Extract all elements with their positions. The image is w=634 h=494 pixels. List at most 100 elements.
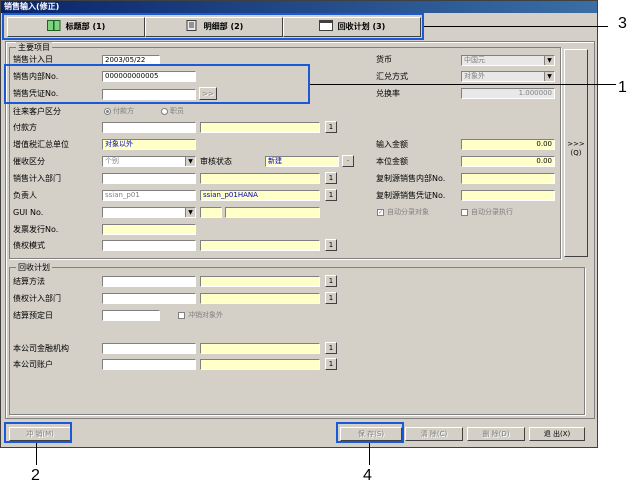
account-lookup-button[interactable]: 1	[325, 358, 337, 370]
copy-internal-field[interactable]	[461, 173, 555, 184]
payer-lookup-button[interactable]: 1	[325, 121, 337, 133]
credit-dept-name-field[interactable]	[200, 293, 320, 304]
credit-mode-code-field[interactable]	[102, 240, 196, 251]
local-amount-field[interactable]: 0.00	[461, 156, 555, 167]
side-expand-arrows: >>>	[567, 140, 585, 148]
sales-dept-label: 销售计入部门	[13, 174, 61, 183]
credit-dept-code-field[interactable]	[102, 293, 196, 304]
checkbox-empty-icon	[178, 311, 185, 319]
payer-name-field[interactable]	[200, 122, 320, 133]
partner-payer-label: 付款方	[113, 107, 134, 115]
highlight-tabs	[2, 13, 424, 40]
input-amount-field[interactable]: 0.00	[461, 139, 555, 150]
auto-exec-label: 自动分录执行	[471, 208, 513, 216]
owner-name-field: ssian_p01HANA	[200, 190, 320, 201]
owner-lookup-button[interactable]: 1	[325, 189, 337, 201]
chevron-down-icon[interactable]: ▼	[185, 157, 195, 166]
local-amount-label: 本位金额	[376, 157, 408, 166]
bank-lookup-button[interactable]: 1	[325, 342, 337, 354]
gui-no-number-field[interactable]	[225, 207, 320, 218]
delete-button[interactable]: 删 除(D)	[467, 427, 525, 441]
review-status-button[interactable]: ·	[342, 155, 354, 167]
callout-line-1	[310, 84, 616, 85]
highlight-reverse-button	[4, 422, 72, 443]
review-status-label: 审核状态	[200, 157, 232, 166]
auto-target-label: 自动分录对象	[387, 208, 429, 216]
clear-button[interactable]: 清 除(C)	[405, 427, 463, 441]
credit-dept-label: 债权计入部门	[13, 294, 61, 303]
review-status-field: 新建	[265, 156, 339, 167]
exchange-method-select[interactable]: 对象外 ▼	[461, 71, 555, 82]
bank-name-field[interactable]	[200, 343, 320, 354]
copy-voucher-label: 复制源销售凭证No.	[376, 191, 446, 200]
partner-employee-radio[interactable]: 职员	[161, 107, 184, 116]
checkbox-empty-icon	[461, 208, 468, 216]
invoice-no-label: 发票发行No.	[13, 225, 59, 234]
currency-value: 中国元	[464, 56, 485, 64]
partner-type-label: 往来客户区分	[13, 107, 61, 116]
settle-date-field[interactable]	[102, 310, 160, 321]
settle-method-lookup-button[interactable]: 1	[325, 275, 337, 287]
collect-type-label: 催收区分	[13, 157, 45, 166]
credit-mode-name-field[interactable]	[200, 240, 320, 251]
settle-method-label: 结算方法	[13, 277, 45, 286]
partner-employee-label: 职员	[170, 107, 184, 115]
main-items-title: 主要项目	[16, 42, 52, 53]
offset-target-checkbox[interactable]: 冲销对象外	[178, 311, 223, 320]
callout-line-3	[424, 26, 608, 27]
window-title: 销售输入(修正)	[1, 1, 597, 13]
chevron-down-icon[interactable]: ▼	[185, 208, 195, 217]
credit-dept-lookup-button[interactable]: 1	[325, 292, 337, 304]
exit-button[interactable]: 退 出(X)	[529, 427, 585, 441]
owner-code-field[interactable]: ssian_p01	[102, 190, 196, 201]
radio-selected-icon	[104, 107, 111, 115]
account-label: 本公司账户	[13, 360, 53, 369]
chevron-down-icon[interactable]: ▼	[544, 72, 554, 81]
vat-unit-field[interactable]: 对象以外	[102, 139, 196, 150]
chevron-down-icon[interactable]: ▼	[544, 56, 554, 65]
invoice-no-field[interactable]	[102, 224, 196, 235]
side-expand-button[interactable]: >>> (Q)	[564, 49, 588, 257]
exchange-rate-label: 兑换率	[376, 89, 400, 98]
sales-dept-lookup-button[interactable]: 1	[325, 172, 337, 184]
radio-empty-icon	[161, 107, 168, 115]
collect-type-value: 个别	[105, 157, 119, 165]
settle-method-code-field[interactable]	[102, 276, 196, 287]
collection-plan-title: 回收计划	[16, 262, 52, 273]
payer-label: 付款方	[13, 123, 37, 132]
collection-plan-group: 回收计划	[9, 262, 585, 415]
input-amount-label: 输入金额	[376, 140, 408, 149]
account-name-field[interactable]	[200, 359, 320, 370]
copy-internal-label: 复制源销售内部No.	[376, 174, 446, 183]
callout-line-2	[36, 443, 37, 465]
currency-select[interactable]: 中国元 ▼	[461, 55, 555, 66]
exchange-method-label: 汇兑方式	[376, 72, 408, 81]
credit-mode-lookup-button[interactable]: 1	[325, 239, 337, 251]
callout-number-4: 4	[363, 467, 372, 484]
credit-mode-label: 债权模式	[13, 241, 45, 250]
offset-target-label: 冲销对象外	[188, 311, 223, 319]
sales-dept-name-field[interactable]	[200, 173, 320, 184]
exchange-rate-field[interactable]: 1.000000	[461, 88, 555, 99]
settle-method-name-field[interactable]	[200, 276, 320, 287]
checkmark-icon: ✓	[377, 208, 384, 216]
callout-number-2: 2	[31, 467, 40, 484]
account-code-field[interactable]	[102, 359, 196, 370]
settle-date-label: 结算预定日	[13, 311, 53, 320]
highlight-save-button	[336, 422, 404, 443]
copy-voucher-field[interactable]	[461, 190, 555, 201]
callout-number-3: 3	[618, 15, 627, 32]
callout-line-4	[369, 443, 370, 465]
payer-code-field[interactable]	[102, 122, 196, 133]
bank-code-field[interactable]	[102, 343, 196, 354]
gui-no-select[interactable]: ▼	[102, 207, 196, 218]
collect-type-select[interactable]: 个别 ▼	[102, 156, 196, 167]
gui-no-prefix-field[interactable]	[200, 207, 222, 218]
exchange-method-value: 对象外	[464, 72, 485, 80]
callout-number-1: 1	[618, 79, 627, 96]
sales-dept-code-field[interactable]	[102, 173, 196, 184]
partner-payer-radio[interactable]: 付款方	[104, 107, 134, 116]
auto-exec-checkbox[interactable]: 自动分录执行	[461, 208, 513, 217]
side-expand-shortcut: (Q)	[570, 149, 582, 157]
auto-target-checkbox[interactable]: ✓ 自动分录对象	[377, 208, 429, 217]
